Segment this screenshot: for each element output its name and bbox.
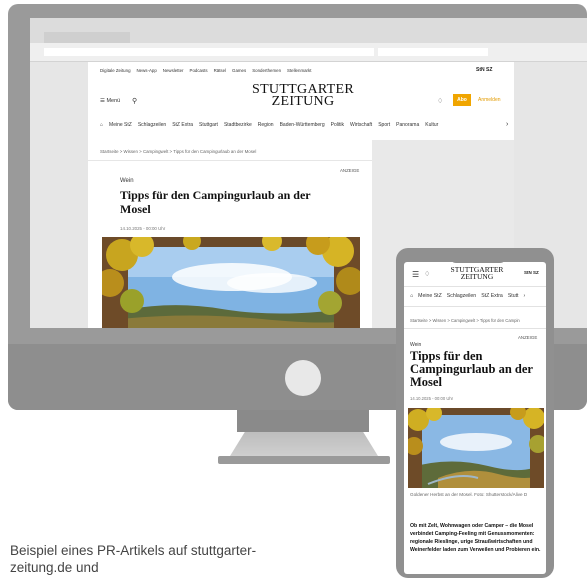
article-lead: Ob mit Zelt, Wohnwagen oder Camper – die… xyxy=(410,523,541,553)
divider xyxy=(88,160,372,161)
phone-notch xyxy=(450,255,506,263)
category-link[interactable]: Panorama xyxy=(396,122,419,128)
category-nav: ⌂ Meine StZ Schlagzeilen StZ Extra Stutt › xyxy=(410,293,530,299)
topnav-link[interactable]: Podcasts xyxy=(190,68,208,73)
ad-label: ANZEIGE xyxy=(518,335,538,340)
login-link[interactable]: Anmelden xyxy=(478,97,501,103)
browser-search-bar[interactable] xyxy=(378,48,488,56)
category-link[interactable]: StZ Extra xyxy=(172,122,193,128)
category-link[interactable]: Schlagzeilen xyxy=(447,293,476,299)
divider xyxy=(404,286,546,287)
topnav-link[interactable]: Games xyxy=(232,68,246,73)
topnav-link[interactable]: Stellenmarkt xyxy=(287,68,311,73)
divider xyxy=(404,306,546,307)
article-hero-image xyxy=(408,408,544,488)
monitor-stand-base xyxy=(230,432,378,456)
category-link[interactable]: Politik xyxy=(331,122,344,128)
ad-label: ANZEIGE xyxy=(340,168,360,173)
category-link[interactable]: StZ Extra xyxy=(481,293,503,299)
article-title: Tipps für den Campingurlaub an der Mosel xyxy=(410,349,533,389)
home-icon[interactable]: ⌂ xyxy=(410,293,413,299)
article-title: Tipps für den Campingurlaub an der Mosel xyxy=(120,188,311,216)
home-icon[interactable]: ⌂ xyxy=(100,122,103,128)
chevron-right-icon[interactable]: › xyxy=(506,121,508,128)
category-link[interactable]: Kultur xyxy=(425,122,438,128)
partner-logos[interactable]: StN SZ xyxy=(524,270,539,275)
breadcrumb[interactable]: Startseite > Wissen > Campingwelt > Tipp… xyxy=(410,318,520,323)
article-kicker: Wein xyxy=(120,178,134,184)
category-link[interactable]: Meine StZ xyxy=(109,122,132,128)
chevron-right-icon[interactable]: › xyxy=(524,293,526,299)
topnav-link[interactable]: Digitale Zeitung xyxy=(100,68,131,73)
browser-url-bar[interactable] xyxy=(44,48,374,56)
figure-caption: Beispiel eines PR-Artikels auf stuttgart… xyxy=(10,543,257,575)
topnav-link[interactable]: Rätsel xyxy=(214,68,226,73)
category-link[interactable]: Region xyxy=(258,122,274,128)
hamburger-icon[interactable]: ☰ xyxy=(412,270,419,279)
category-link[interactable]: Baden-Württemberg xyxy=(280,122,325,128)
article-date: 14.10.2025 - 00:00 Uhr xyxy=(120,226,166,231)
category-link[interactable]: Wirtschaft xyxy=(350,122,372,128)
site-logo-line2[interactable]: ZEITUNG xyxy=(238,95,368,109)
article-hero-image xyxy=(102,237,360,328)
hamburger-icon: ☰ xyxy=(100,98,105,104)
mobile-screen: ☰ ♢ STUTTGARTER ZEITUNG StN SZ ⌂ Meine St… xyxy=(404,262,546,574)
desktop-top-nav: Digitale Zeitung News-App Newsletter Podcas… xyxy=(100,68,317,73)
partner-logos[interactable]: StN SZ xyxy=(476,67,492,73)
abo-button[interactable]: Abo xyxy=(453,94,471,106)
site-logo-line2[interactable]: ZEITUNG xyxy=(434,273,520,281)
vineyard-photo xyxy=(408,408,544,488)
category-link[interactable]: Stuttgart xyxy=(199,122,218,128)
monitor-stand-foot xyxy=(218,456,390,464)
breadcrumb[interactable]: Startseite > Wissen > Campingwelt > Tipp… xyxy=(100,149,256,154)
category-link[interactable]: Schlagzeilen xyxy=(138,122,166,128)
article-kicker: Wein xyxy=(410,342,422,348)
bell-icon[interactable]: ♢ xyxy=(424,270,430,278)
monitor-power-button xyxy=(285,360,321,396)
category-link[interactable]: Stutt xyxy=(508,293,519,299)
article-date: 14.10.2025 - 00:00 Uhr xyxy=(410,396,454,401)
browser-tab[interactable] xyxy=(44,32,130,43)
category-nav: ⌂ Meine StZ Schlagzeilen StZ Extra Stuttgart… xyxy=(100,122,510,128)
monitor-stand-neck xyxy=(237,410,369,432)
vineyard-photo xyxy=(102,237,360,328)
topnav-link[interactable]: Sonderthemen xyxy=(252,68,281,73)
search-icon[interactable]: ⚲ xyxy=(132,97,137,105)
image-caption: Goldener Herbst an der Mosel. Foto: Shut… xyxy=(410,492,528,497)
category-link[interactable]: Stadtbezirke xyxy=(224,122,252,128)
category-link[interactable]: Meine StZ xyxy=(418,293,442,299)
menu-button[interactable]: ☰ Menü xyxy=(100,98,120,104)
divider xyxy=(404,328,546,329)
category-link[interactable]: Sport xyxy=(378,122,390,128)
menu-label: Menü xyxy=(106,98,121,104)
topnav-link[interactable]: Newsletter xyxy=(163,68,184,73)
bell-icon[interactable]: ♢ xyxy=(437,97,443,105)
topnav-link[interactable]: News-App xyxy=(137,68,157,73)
